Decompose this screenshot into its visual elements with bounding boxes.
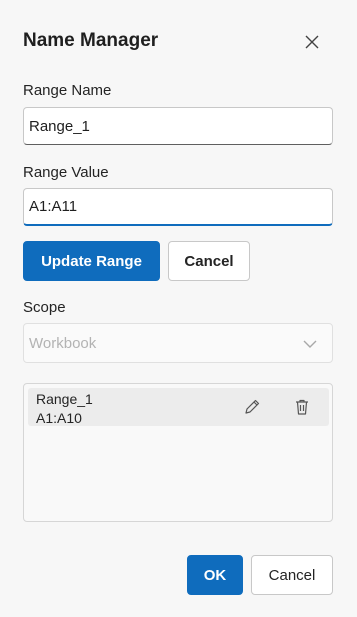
range-list: Range_1 A1:A10 [23, 383, 333, 522]
dialog-title: Name Manager [23, 30, 159, 51]
delete-icon[interactable] [293, 398, 311, 416]
ok-button[interactable]: OK [187, 555, 243, 595]
edit-icon[interactable] [243, 398, 261, 416]
chevron-down-icon [303, 340, 317, 348]
update-range-button[interactable]: Update Range [23, 241, 160, 281]
range-item-value: A1:A10 [36, 410, 82, 426]
close-button[interactable] [300, 30, 324, 54]
cancel-edit-button[interactable]: Cancel [168, 241, 250, 281]
range-name-label: Range Name [23, 82, 112, 99]
close-icon [305, 35, 319, 49]
range-value-input[interactable] [23, 188, 333, 226]
range-item-name: Range_1 [36, 391, 93, 407]
name-manager-dialog: Name Manager Range Name Range Value Upda… [0, 0, 357, 617]
range-name-input[interactable] [23, 107, 333, 145]
scope-dropdown[interactable]: Workbook [23, 323, 333, 363]
scope-selected-value: Workbook [29, 334, 97, 352]
range-value-label: Range Value [23, 164, 109, 181]
cancel-button[interactable]: Cancel [251, 555, 333, 595]
scope-label: Scope [23, 299, 66, 316]
list-item[interactable]: Range_1 A1:A10 [28, 388, 329, 426]
